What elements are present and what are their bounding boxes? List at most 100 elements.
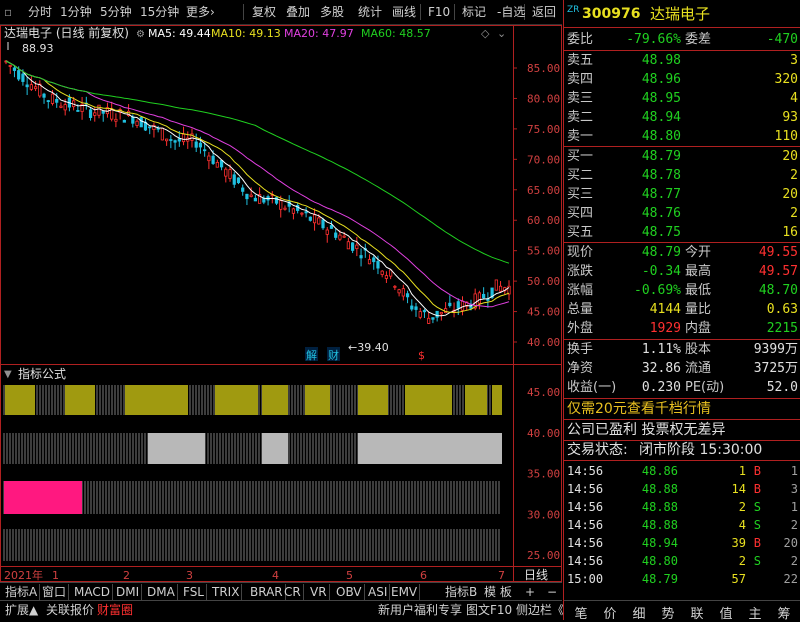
- tick-count: 2: [790, 554, 798, 568]
- toolbar-item[interactable]: 叠加: [286, 3, 310, 21]
- indicator-tab[interactable]: TRIX: [210, 584, 243, 600]
- indicator-tab[interactable]: CR: [282, 584, 304, 600]
- indicator-tab[interactable]: 指标B: [443, 584, 479, 600]
- toolbar-item[interactable]: 更多›: [186, 3, 215, 21]
- indicator-y-tick-label: 25.00: [527, 549, 560, 562]
- panel-tab[interactable]: 细: [626, 603, 652, 622]
- quote-label: 涨跌: [567, 264, 594, 279]
- panel-tab[interactable]: 主: [742, 603, 768, 622]
- tick-row: 14:56 48.94 39 B 20: [564, 534, 800, 553]
- event-marker[interactable]: $: [418, 349, 425, 362]
- tick-price: 48.79: [641, 572, 678, 586]
- candle-body: [88, 109, 93, 118]
- indicator-block-yellow: [215, 385, 258, 415]
- indicator-tab[interactable]: DMA: [145, 584, 178, 600]
- indicator-tab[interactable]: 指标A: [3, 584, 41, 600]
- extension-tab[interactable]: 扩展▲: [3, 602, 40, 618]
- indicator-tab[interactable]: VR: [308, 584, 330, 600]
- toolbar-item[interactable]: 复权: [252, 3, 276, 21]
- diamond-icon[interactable]: ◇: [481, 27, 490, 40]
- bid-volume: 20: [782, 149, 798, 164]
- settings-icon[interactable]: ⚙: [136, 29, 145, 40]
- y-tick-label: 65.00: [527, 184, 560, 197]
- toolbar-item[interactable]: 统计: [358, 3, 382, 21]
- panel-tab[interactable]: 值: [713, 603, 739, 622]
- x-tick-label: 1: [52, 569, 59, 582]
- period-label[interactable]: 日线: [524, 568, 548, 582]
- trade-status-row: 交易状态: 闭市阶段 15:30:00: [564, 441, 800, 460]
- panel-tab[interactable]: 势: [655, 603, 681, 622]
- kline-chart-area[interactable]: 达瑞电子 (日线 前复权) ⚙ MA5: 49.44 MA10: 49.13 MA20:…: [0, 25, 562, 582]
- event-marker[interactable]: 财: [328, 348, 339, 362]
- indicator-tab[interactable]: FSL: [181, 584, 207, 600]
- indicator-tab[interactable]: +: [523, 584, 537, 600]
- candle-body: [148, 126, 152, 129]
- extension-tab[interactable]: 关联报价: [44, 602, 96, 618]
- indicator-tab[interactable]: 窗口: [40, 584, 70, 600]
- candle-body: [380, 270, 384, 275]
- toolbar-item[interactable]: 返回: [532, 3, 556, 21]
- bid-price: 48.77: [641, 187, 681, 202]
- candle-body: [439, 311, 443, 315]
- quote-value: 2215: [766, 321, 798, 336]
- bid-row: 买三 48.77 20: [564, 185, 800, 204]
- candle-body: [384, 275, 389, 279]
- extension-tab[interactable]: 新用户福利专享: [376, 602, 464, 618]
- x-tick-label: 2021年: [4, 568, 43, 582]
- indicator-tab[interactable]: BRAR: [248, 584, 286, 600]
- toolbar-item[interactable]: 画线: [392, 3, 416, 21]
- bid-row: 买四 48.76 2: [564, 204, 800, 223]
- ask-level-label: 卖一: [567, 129, 594, 144]
- stats-value: 32.86: [641, 361, 681, 376]
- tick-volume: 39: [731, 536, 746, 550]
- indicator-tab[interactable]: OBV: [334, 584, 365, 600]
- event-marker[interactable]: 解: [306, 348, 317, 362]
- toolbar-item[interactable]: 多股: [320, 3, 344, 21]
- indicator-tab[interactable]: DMI: [114, 584, 143, 600]
- chevron-down-icon[interactable]: ⌄: [497, 27, 506, 40]
- kline-chart[interactable]: 达瑞电子 (日线 前复权) ⚙ MA5: 49.44 MA10: 49.13 MA20:…: [0, 25, 562, 582]
- ask-level-label: 卖四: [567, 72, 594, 87]
- candle-body: [236, 177, 241, 184]
- extension-tab[interactable]: 侧边栏《: [514, 602, 566, 618]
- divider: [564, 398, 800, 399]
- extension-tab[interactable]: 财富圈: [95, 602, 135, 618]
- ask-row: 卖一 48.80 110: [564, 127, 800, 146]
- toolbar-item[interactable]: F10: [428, 3, 450, 21]
- candle-body: [300, 212, 304, 215]
- candle-body: [376, 261, 380, 269]
- candle-body: [228, 169, 232, 179]
- toolbar-item[interactable]: -自选: [497, 3, 525, 21]
- y-tick-label: 80.00: [527, 92, 560, 105]
- stats-label: PE(动): [685, 380, 725, 395]
- candle-body: [291, 208, 296, 214]
- indicator-tab[interactable]: −: [545, 584, 559, 600]
- panel-tab[interactable]: 联: [684, 603, 710, 622]
- toolbar-item[interactable]: 5分钟: [100, 3, 132, 21]
- quote-row: 现价 48.79 今开 49.55: [564, 243, 800, 262]
- toolbar-item[interactable]: 15分钟: [140, 3, 179, 21]
- promo-link[interactable]: 仅需20元查看千档行情: [567, 400, 711, 419]
- ma-legend-2: MA10: 49.13: [211, 27, 281, 40]
- stats-label: 收益(一): [567, 380, 617, 395]
- toolbar-menu-icon[interactable]: ▫: [4, 3, 12, 21]
- indicator-tab[interactable]: EMV: [389, 584, 421, 600]
- toolbar-item[interactable]: 分时: [28, 3, 52, 21]
- panel-tab[interactable]: 笔: [568, 603, 594, 622]
- weibi-label: 委比: [567, 32, 594, 47]
- panel-tab[interactable]: 价: [597, 603, 623, 622]
- extension-tab[interactable]: 图文F10: [464, 602, 514, 618]
- ma-legend-1: MA5: 49.44: [148, 27, 211, 40]
- candle-body: [317, 217, 321, 225]
- candle-body: [321, 219, 325, 229]
- candle-body: [338, 234, 342, 240]
- toolbar-item[interactable]: 标记: [462, 3, 486, 21]
- indicator-tab[interactable]: 模 板: [482, 584, 514, 600]
- panel-tab[interactable]: 筹: [771, 603, 797, 622]
- candle-body: [46, 100, 50, 103]
- indicator-menu-icon[interactable]: ▼: [4, 369, 12, 380]
- indicator-tab[interactable]: ASI: [366, 584, 391, 600]
- indicator-tab[interactable]: MACD: [72, 584, 113, 600]
- quote-value: 1929: [649, 321, 681, 336]
- toolbar-item[interactable]: 1分钟: [60, 3, 92, 21]
